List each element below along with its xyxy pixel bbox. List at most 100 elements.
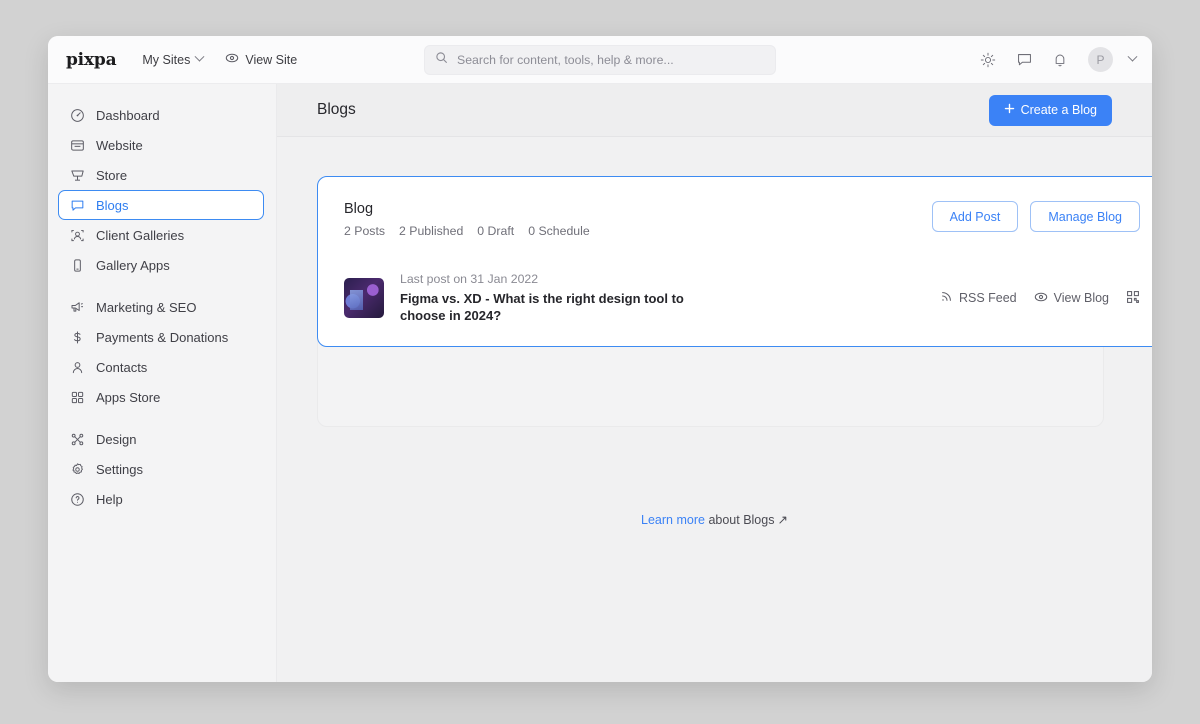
sidebar-divider-gap bbox=[58, 412, 264, 424]
dollar-icon bbox=[69, 329, 85, 345]
post-text: Last post on 31 Jan 2022 Figma vs. XD - … bbox=[400, 272, 690, 324]
stat-draft: 0 Draft bbox=[477, 224, 514, 238]
blog-stats: 2 Posts 2 Published 0 Draft 0 Schedule bbox=[344, 224, 590, 238]
search-icon bbox=[435, 51, 448, 69]
client-galleries-icon bbox=[69, 227, 85, 243]
post-thumbnail[interactable] bbox=[344, 278, 384, 318]
blog-info: Blog 2 Posts 2 Published 0 Draft 0 Sched… bbox=[344, 201, 590, 238]
sidebar-item-label: Design bbox=[96, 433, 136, 446]
top-actions: P bbox=[978, 47, 1136, 72]
last-post-row: Last post on 31 Jan 2022 Figma vs. XD - … bbox=[344, 272, 1140, 324]
blog-name: Blog bbox=[344, 201, 590, 217]
blog-card-header: Blog 2 Posts 2 Published 0 Draft 0 Sched… bbox=[344, 201, 1140, 238]
gallery-apps-icon bbox=[69, 257, 85, 273]
plus-icon bbox=[1004, 103, 1015, 117]
content-area: Blog 2 Posts 2 Published 0 Draft 0 Sched… bbox=[277, 137, 1152, 682]
sidebar-item-client-galleries[interactable]: Client Galleries bbox=[58, 220, 264, 250]
top-nav: My Sites View Site bbox=[142, 51, 297, 68]
search-container bbox=[424, 45, 776, 75]
apps-grid-icon bbox=[69, 389, 85, 405]
store-cart-icon bbox=[69, 167, 85, 183]
brightness-icon[interactable] bbox=[978, 50, 998, 70]
gear-icon bbox=[69, 461, 85, 477]
search-box[interactable] bbox=[424, 45, 776, 75]
sidebar-item-marketing-seo[interactable]: Marketing & SEO bbox=[58, 292, 264, 322]
sidebar-item-settings[interactable]: Settings bbox=[58, 454, 264, 484]
post-actions: RSS Feed View Blog bbox=[940, 290, 1140, 307]
sidebar-item-label: Settings bbox=[96, 463, 143, 476]
sidebar-item-label: Store bbox=[96, 169, 127, 182]
sidebar-item-label: Client Galleries bbox=[96, 229, 184, 242]
brand-logo[interactable]: pixpa bbox=[66, 50, 116, 70]
post-date: Last post on 31 Jan 2022 bbox=[400, 272, 690, 286]
page-header: Blogs Create a Blog bbox=[277, 84, 1152, 137]
bell-icon[interactable] bbox=[1050, 50, 1070, 70]
website-icon bbox=[69, 137, 85, 153]
blog-card-actions: Add Post Manage Blog bbox=[932, 201, 1140, 232]
stat-schedule: 0 Schedule bbox=[528, 224, 590, 238]
sidebar-item-blogs[interactable]: Blogs bbox=[58, 190, 264, 220]
sidebar-item-label: Gallery Apps bbox=[96, 259, 170, 272]
sidebar-item-label: Marketing & SEO bbox=[96, 301, 196, 314]
search-input[interactable] bbox=[457, 53, 765, 67]
blog-card[interactable]: Blog 2 Posts 2 Published 0 Draft 0 Sched… bbox=[317, 176, 1152, 347]
sidebar-item-website[interactable]: Website bbox=[58, 130, 264, 160]
body-row: Dashboard Website Store bbox=[48, 84, 1152, 682]
create-a-blog-button[interactable]: Create a Blog bbox=[989, 95, 1112, 126]
external-link-arrow-icon: ↗ bbox=[777, 512, 787, 527]
rss-feed-label: RSS Feed bbox=[959, 291, 1017, 305]
sidebar-item-label: Website bbox=[96, 139, 143, 152]
stat-posts: 2 Posts bbox=[344, 224, 385, 238]
top-bar: pixpa My Sites View Site bbox=[48, 36, 1152, 84]
chevron-down-icon[interactable] bbox=[1128, 52, 1138, 62]
dashboard-icon bbox=[69, 107, 85, 123]
sidebar-item-label: Help bbox=[96, 493, 123, 506]
qr-code-action[interactable] bbox=[1126, 290, 1140, 307]
sidebar-item-label: Dashboard bbox=[96, 109, 160, 122]
manage-blog-button[interactable]: Manage Blog bbox=[1030, 201, 1140, 232]
qr-code-icon bbox=[1126, 290, 1140, 307]
sidebar-item-label: Blogs bbox=[96, 199, 129, 212]
megaphone-icon bbox=[69, 299, 85, 315]
sidebar-item-label: Payments & Donations bbox=[96, 331, 228, 344]
rss-feed-action[interactable]: RSS Feed bbox=[940, 290, 1017, 306]
sidebar-item-store[interactable]: Store bbox=[58, 160, 264, 190]
chevron-down-icon bbox=[195, 52, 205, 62]
view-site-link[interactable]: View Site bbox=[225, 51, 297, 68]
view-blog-label: View Blog bbox=[1054, 291, 1109, 305]
sidebar-item-contacts[interactable]: Contacts bbox=[58, 352, 264, 382]
sidebar-item-payments-donations[interactable]: Payments & Donations bbox=[58, 322, 264, 352]
view-blog-action[interactable]: View Blog bbox=[1034, 290, 1109, 307]
sidebar-divider-gap bbox=[58, 280, 264, 292]
learn-more-footer: Learn more about Blogs↗ bbox=[277, 512, 1152, 527]
sidebar-item-apps-store[interactable]: Apps Store bbox=[58, 382, 264, 412]
avatar[interactable]: P bbox=[1088, 47, 1113, 72]
create-a-blog-label: Create a Blog bbox=[1021, 103, 1097, 117]
sidebar-item-label: Contacts bbox=[96, 361, 147, 374]
sidebar: Dashboard Website Store bbox=[48, 84, 277, 682]
post-title[interactable]: Figma vs. XD - What is the right design … bbox=[400, 290, 690, 324]
my-sites-label: My Sites bbox=[142, 53, 190, 67]
view-site-label: View Site bbox=[245, 53, 297, 67]
learn-more-link[interactable]: Learn more bbox=[641, 513, 705, 527]
main-area: Blogs Create a Blog Blog bbox=[277, 84, 1152, 682]
sidebar-item-dashboard[interactable]: Dashboard bbox=[58, 100, 264, 130]
app-window: pixpa My Sites View Site bbox=[48, 36, 1152, 682]
stat-published: 2 Published bbox=[399, 224, 463, 238]
design-nodes-icon bbox=[69, 431, 85, 447]
eye-icon bbox=[1034, 290, 1048, 307]
blogs-chat-icon bbox=[69, 197, 85, 213]
person-icon bbox=[69, 359, 85, 375]
learn-more-rest: about Blogs bbox=[705, 513, 775, 527]
help-circle-icon bbox=[69, 491, 85, 507]
add-post-button[interactable]: Add Post bbox=[932, 201, 1019, 232]
chat-icon[interactable] bbox=[1014, 50, 1034, 70]
eye-icon bbox=[225, 51, 239, 68]
sidebar-item-design[interactable]: Design bbox=[58, 424, 264, 454]
sidebar-item-label: Apps Store bbox=[96, 391, 160, 404]
sidebar-item-help[interactable]: Help bbox=[58, 484, 264, 514]
page-title: Blogs bbox=[317, 101, 356, 119]
rss-icon bbox=[940, 290, 953, 306]
my-sites-menu[interactable]: My Sites bbox=[142, 53, 203, 67]
sidebar-item-gallery-apps[interactable]: Gallery Apps bbox=[58, 250, 264, 280]
